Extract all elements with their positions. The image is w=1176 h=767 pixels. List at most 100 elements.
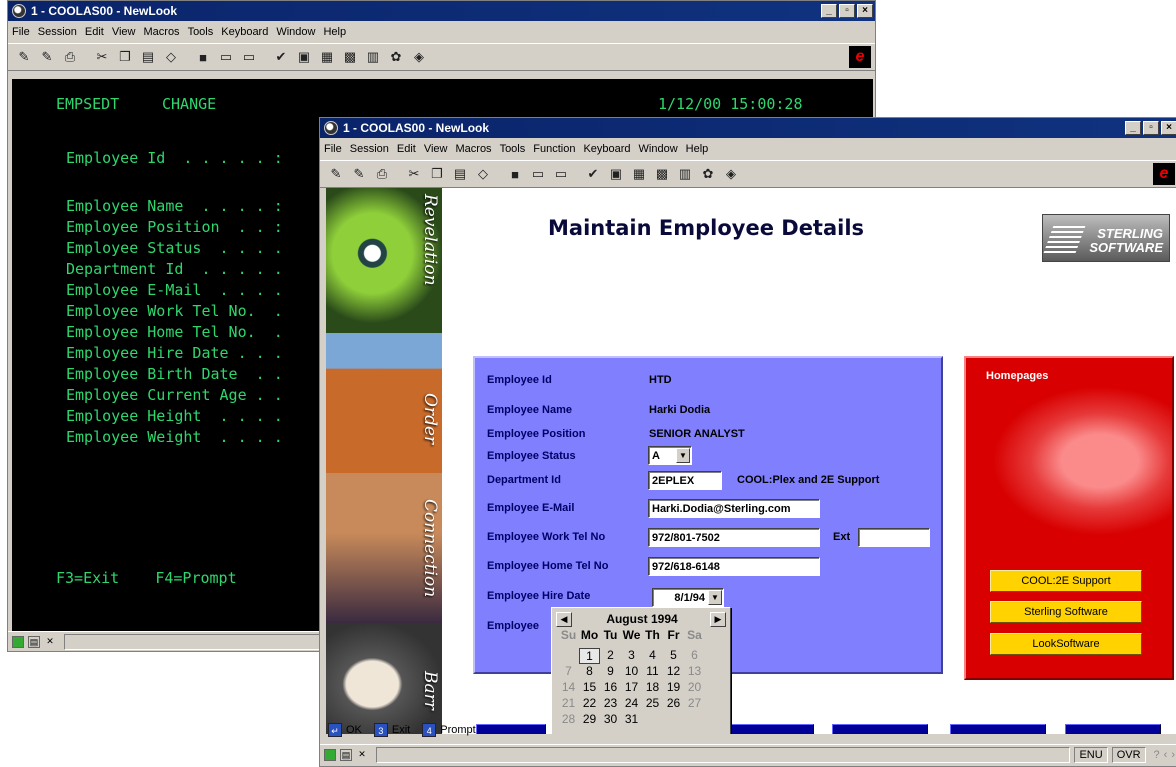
employee-status-select[interactable]: A ▼ (648, 446, 692, 465)
cut-icon[interactable]: ✂ (404, 164, 424, 184)
copy-icon[interactable]: ❐ (115, 47, 135, 67)
calendar-day[interactable]: 23 (600, 696, 621, 710)
front-titlebar[interactable]: 1 - COOLAS00 - NewLook _ ▫ × (320, 118, 1176, 138)
department-id-input[interactable]: 2EPLEX (648, 471, 722, 490)
calendar-day[interactable]: 22 (579, 696, 600, 710)
fkey-prompt-icon[interactable]: 4 (422, 723, 437, 737)
menu-session[interactable]: Session (350, 143, 389, 155)
menu-function[interactable]: Function (533, 143, 575, 155)
calendar-day[interactable]: 10 (621, 664, 642, 678)
calendar-day[interactable]: 1 (579, 648, 600, 664)
maximize-button[interactable]: ▫ (1143, 121, 1159, 135)
menu-window[interactable]: Window (639, 143, 678, 155)
calendar-day[interactable]: 3 (621, 648, 642, 664)
fkey-ok-icon[interactable]: ↵ (328, 723, 342, 737)
calendar-day[interactable]: 21 (558, 696, 579, 710)
diamond-icon[interactable]: ◈ (409, 47, 429, 67)
menu-help[interactable]: Help (323, 26, 346, 38)
link-cool-2e-support[interactable]: COOL:2E Support (990, 570, 1142, 592)
calendar-day[interactable]: 25 (642, 696, 663, 710)
edit-icon[interactable]: ✔ (583, 164, 603, 184)
panel-icon[interactable]: ▭ (551, 164, 571, 184)
calendar-day[interactable]: 8 (579, 664, 600, 678)
calendar-day[interactable]: 20 (684, 680, 705, 694)
record-icon[interactable]: ▣ (606, 164, 626, 184)
menu-edit[interactable]: Edit (397, 143, 416, 155)
calendar-day[interactable]: 24 (621, 696, 642, 710)
connect-icon[interactable]: ✎ (326, 164, 346, 184)
maximize-button[interactable]: ▫ (839, 4, 855, 18)
home-tel-input[interactable]: 972/618-6148 (648, 557, 820, 576)
menu-tools[interactable]: Tools (500, 143, 526, 155)
calendar-day[interactable]: 14 (558, 680, 579, 694)
menu-file[interactable]: File (12, 26, 30, 38)
work-tel-input[interactable]: 972/801-7502 (648, 528, 820, 547)
link-looksoftware[interactable]: LookSoftware (990, 633, 1142, 655)
grid-icon[interactable]: ▥ (675, 164, 695, 184)
cut-icon[interactable]: ✂ (92, 47, 112, 67)
employee-email-input[interactable]: Harki.Dodia@Sterling.com (648, 499, 820, 518)
calendar-day[interactable]: 9 (600, 664, 621, 678)
browser-icon[interactable]: e (849, 46, 871, 68)
calendar-day[interactable]: 27 (684, 696, 705, 710)
menu-keyboard[interactable]: Keyboard (583, 143, 630, 155)
browser-icon[interactable]: e (1153, 163, 1175, 185)
calendar-day[interactable]: 17 (621, 680, 642, 694)
previous-month-button[interactable]: ◀ (556, 612, 572, 627)
chevron-down-icon[interactable]: ▼ (676, 448, 690, 463)
next-month-button[interactable]: ▶ (710, 612, 726, 627)
calendar-day[interactable]: 11 (642, 664, 663, 678)
print-icon[interactable]: ⎙ (60, 47, 80, 67)
calendar-day[interactable]: 16 (600, 680, 621, 694)
eraser-icon[interactable]: ◇ (161, 47, 181, 67)
date-picker-popup[interactable]: August 1994 ◀ ▶ Su Mo Tu We Th Fr Sa 1 2 3 4 5 6 7 8 9 1… (551, 607, 731, 734)
calendar-day[interactable]: 19 (663, 680, 684, 694)
calendar-day[interactable]: 15 (579, 680, 600, 694)
calendar-day[interactable]: 12 (663, 664, 684, 678)
calendar-day[interactable]: 26 (663, 696, 684, 710)
disconnect-icon[interactable]: ✎ (349, 164, 369, 184)
menu-macros[interactable]: Macros (144, 26, 180, 38)
record-icon[interactable]: ▣ (294, 47, 314, 67)
chart-icon[interactable]: ▦ (317, 47, 337, 67)
hire-date-input[interactable]: 8/1/94 ▼ (652, 588, 724, 607)
window-icon[interactable]: ▭ (528, 164, 548, 184)
image-icon[interactable]: ▩ (340, 47, 360, 67)
fkey-exit-label[interactable]: Exit (392, 724, 410, 736)
menu-macros[interactable]: Macros (456, 143, 492, 155)
copy-icon[interactable]: ❐ (427, 164, 447, 184)
menu-window[interactable]: Window (276, 26, 315, 38)
calendar-day[interactable]: 6 (684, 648, 705, 664)
diamond-icon[interactable]: ◈ (721, 164, 741, 184)
calendar-day[interactable]: 7 (558, 664, 579, 678)
window-icon[interactable]: ▭ (216, 47, 236, 67)
scroll-left-icon[interactable]: ‹ (1164, 749, 1168, 761)
screen-icon[interactable]: ■ (505, 164, 525, 184)
calendar-day[interactable]: 18 (642, 680, 663, 694)
menu-file[interactable]: File (324, 143, 342, 155)
menu-session[interactable]: Session (38, 26, 77, 38)
menu-edit[interactable]: Edit (85, 26, 104, 38)
fkey-ok-label[interactable]: OK (346, 724, 362, 736)
paste-icon[interactable]: ▤ (450, 164, 470, 184)
edit-icon[interactable]: ✔ (271, 47, 291, 67)
close-button[interactable]: × (857, 4, 873, 18)
scroll-right-icon[interactable]: › (1171, 749, 1175, 761)
chart-icon[interactable]: ▦ (629, 164, 649, 184)
settings-icon[interactable]: ✿ (698, 164, 718, 184)
minimize-button[interactable]: _ (1125, 121, 1141, 135)
grid-icon[interactable]: ▥ (363, 47, 383, 67)
settings-icon[interactable]: ✿ (386, 47, 406, 67)
calendar-day[interactable]: 2 (600, 648, 621, 664)
calendar-day[interactable]: 5 (663, 648, 684, 664)
ext-input[interactable] (858, 528, 930, 547)
link-sterling-software[interactable]: Sterling Software (990, 601, 1142, 623)
menu-keyboard[interactable]: Keyboard (221, 26, 268, 38)
minimize-button[interactable]: _ (821, 4, 837, 18)
fkey-exit-icon[interactable]: 3 (373, 723, 388, 737)
close-button[interactable]: × (1161, 121, 1176, 135)
connect-icon[interactable]: ✎ (14, 47, 34, 67)
eraser-icon[interactable]: ◇ (473, 164, 493, 184)
menu-view[interactable]: View (424, 143, 448, 155)
fkey-prompt-label[interactable]: Prompt (440, 724, 475, 736)
